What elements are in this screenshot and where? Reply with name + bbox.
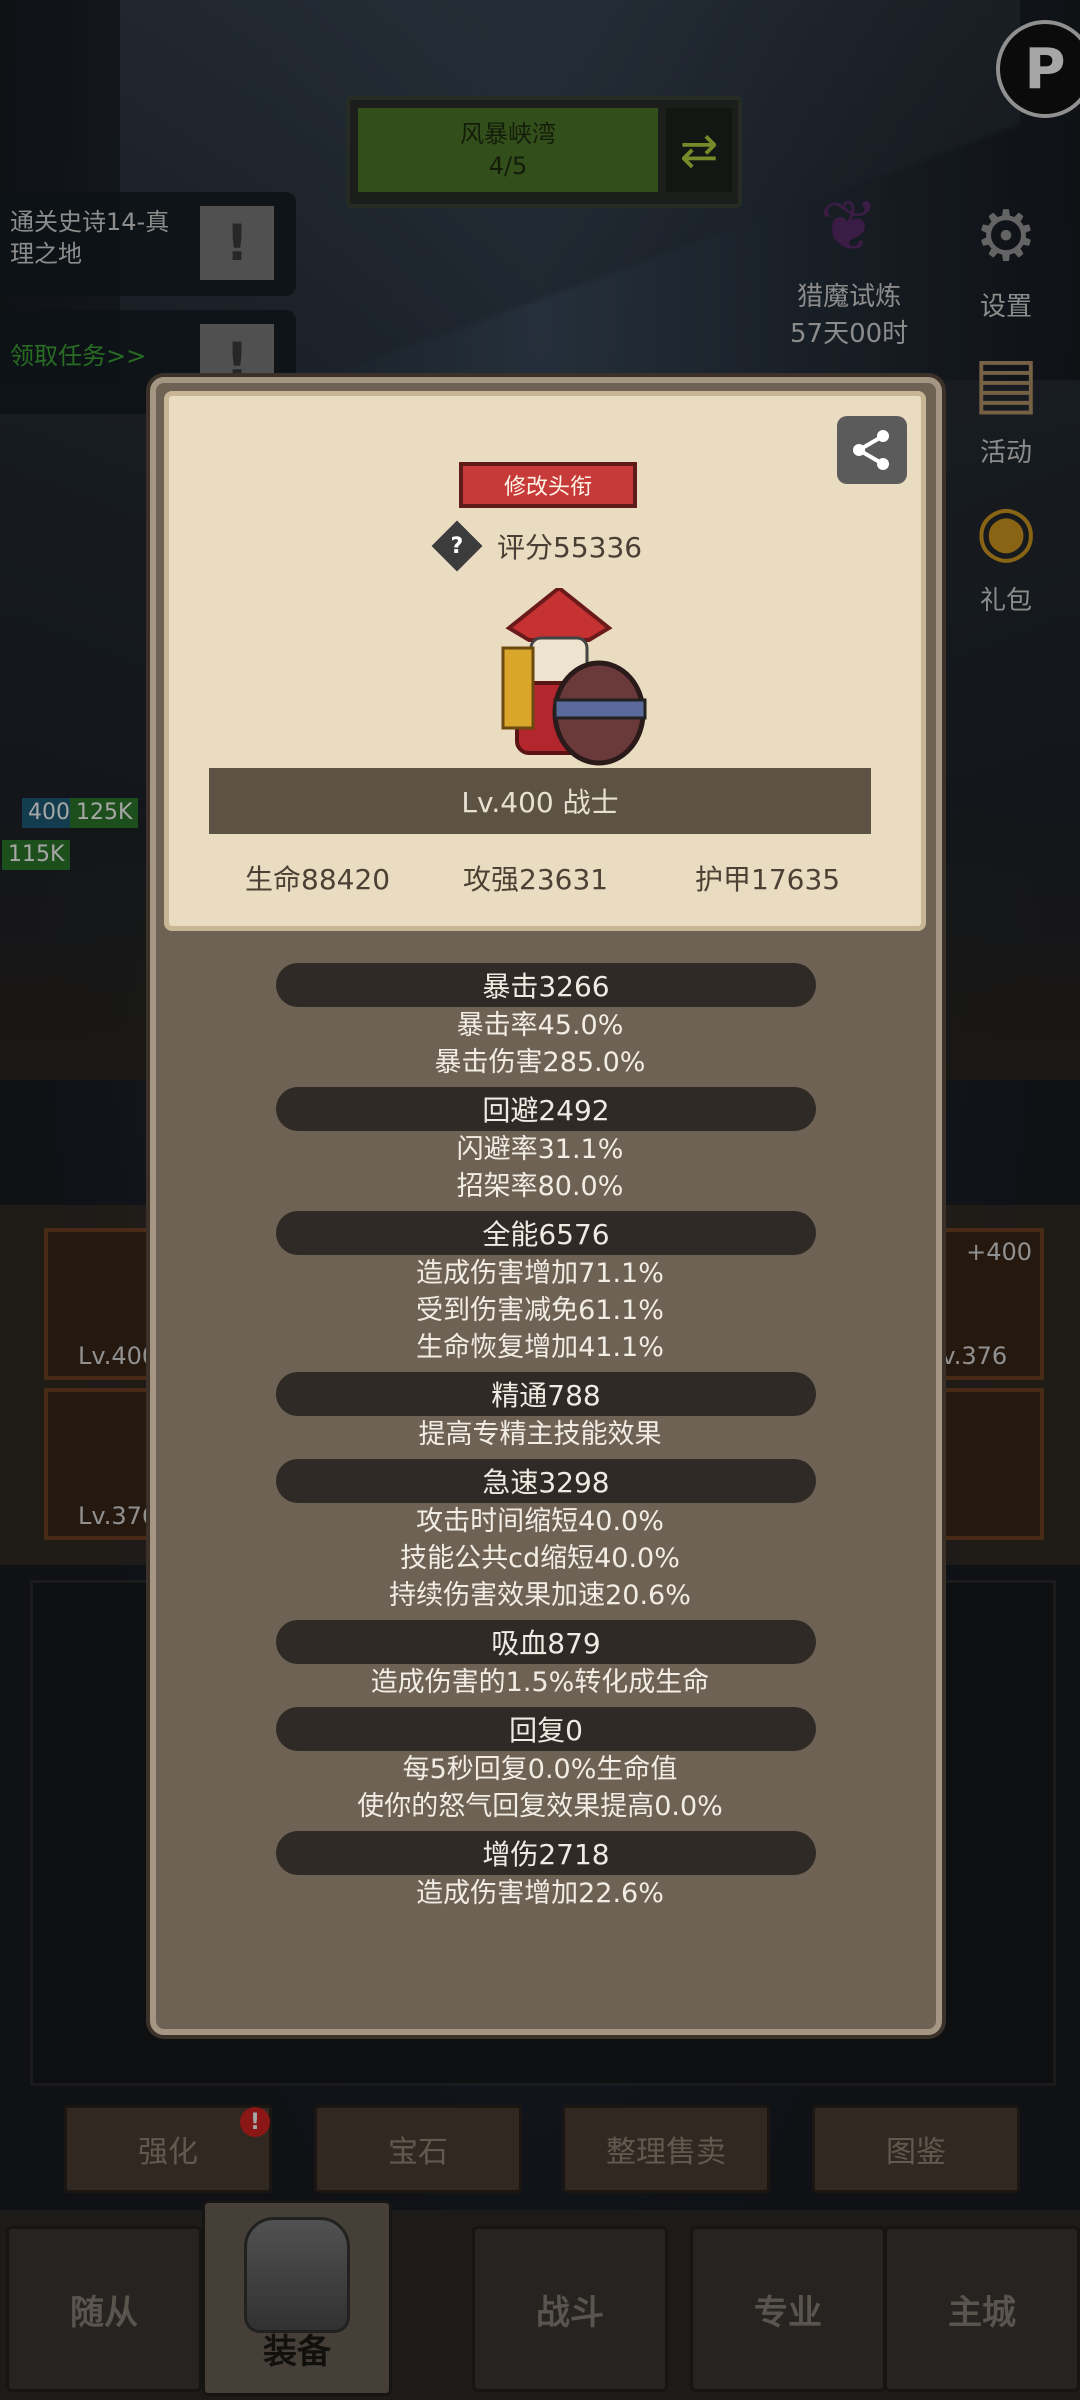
stat-detail: 造成伤害增加22.6% bbox=[416, 1878, 664, 1909]
stat-header: 暴击3266 bbox=[276, 963, 816, 1007]
stat-header: 回避2492 bbox=[276, 1087, 816, 1131]
stat-detail: 暴击伤害285.0% bbox=[434, 1047, 646, 1078]
score-value: 评分55336 bbox=[497, 531, 643, 564]
share-icon[interactable] bbox=[837, 416, 907, 484]
score-row: ? 评分55336 bbox=[431, 520, 643, 572]
stat-header: 精通788 bbox=[276, 1372, 816, 1416]
stat-header: 吸血879 bbox=[276, 1620, 816, 1664]
hero-portrait bbox=[469, 585, 649, 778]
stat-detail: 招架率80.0% bbox=[456, 1171, 624, 1202]
profile-card: 修改头衔 ? 评分55336 Lv.400 战士 生命88420 攻强23631… bbox=[164, 391, 926, 931]
stat-header: 急速3298 bbox=[276, 1459, 816, 1503]
stat-detail: 闪避率31.1% bbox=[456, 1134, 624, 1165]
character-stats-modal: 修改头衔 ? 评分55336 Lv.400 战士 生命88420 攻强23631… bbox=[150, 377, 942, 2035]
armor-value: 护甲17635 bbox=[695, 863, 841, 896]
stat-header: 回复0 bbox=[276, 1707, 816, 1751]
stat-detail: 使你的怒气回复效果提高0.0% bbox=[357, 1791, 723, 1822]
stat-detail: 受到伤害减免61.1% bbox=[416, 1295, 664, 1326]
stat-detail: 技能公共cd缩短40.0% bbox=[400, 1543, 680, 1574]
stat-detail: 持续伤害效果加速20.6% bbox=[389, 1580, 691, 1611]
stat-detail: 造成伤害的1.5%转化成生命 bbox=[370, 1667, 710, 1698]
stat-detail: 提高专精主技能效果 bbox=[418, 1419, 662, 1450]
stat-header: 全能6576 bbox=[276, 1211, 816, 1255]
stat-detail: 生命恢复增加41.1% bbox=[416, 1332, 664, 1363]
attack-value: 攻强23631 bbox=[463, 863, 609, 896]
stat-detail: 每5秒回复0.0%生命值 bbox=[402, 1754, 678, 1785]
stat-detail: 造成伤害增加71.1% bbox=[416, 1258, 664, 1289]
stat-detail: 攻击时间缩短40.0% bbox=[416, 1506, 664, 1537]
edit-title-button[interactable]: 修改头衔 bbox=[459, 462, 637, 508]
level-class-bar: Lv.400 战士 bbox=[209, 768, 871, 834]
help-icon[interactable]: ? bbox=[431, 520, 483, 572]
stat-header: 增伤2718 bbox=[276, 1831, 816, 1875]
hp-value: 生命88420 bbox=[245, 863, 391, 896]
stat-detail: 暴击率45.0% bbox=[456, 1010, 624, 1041]
